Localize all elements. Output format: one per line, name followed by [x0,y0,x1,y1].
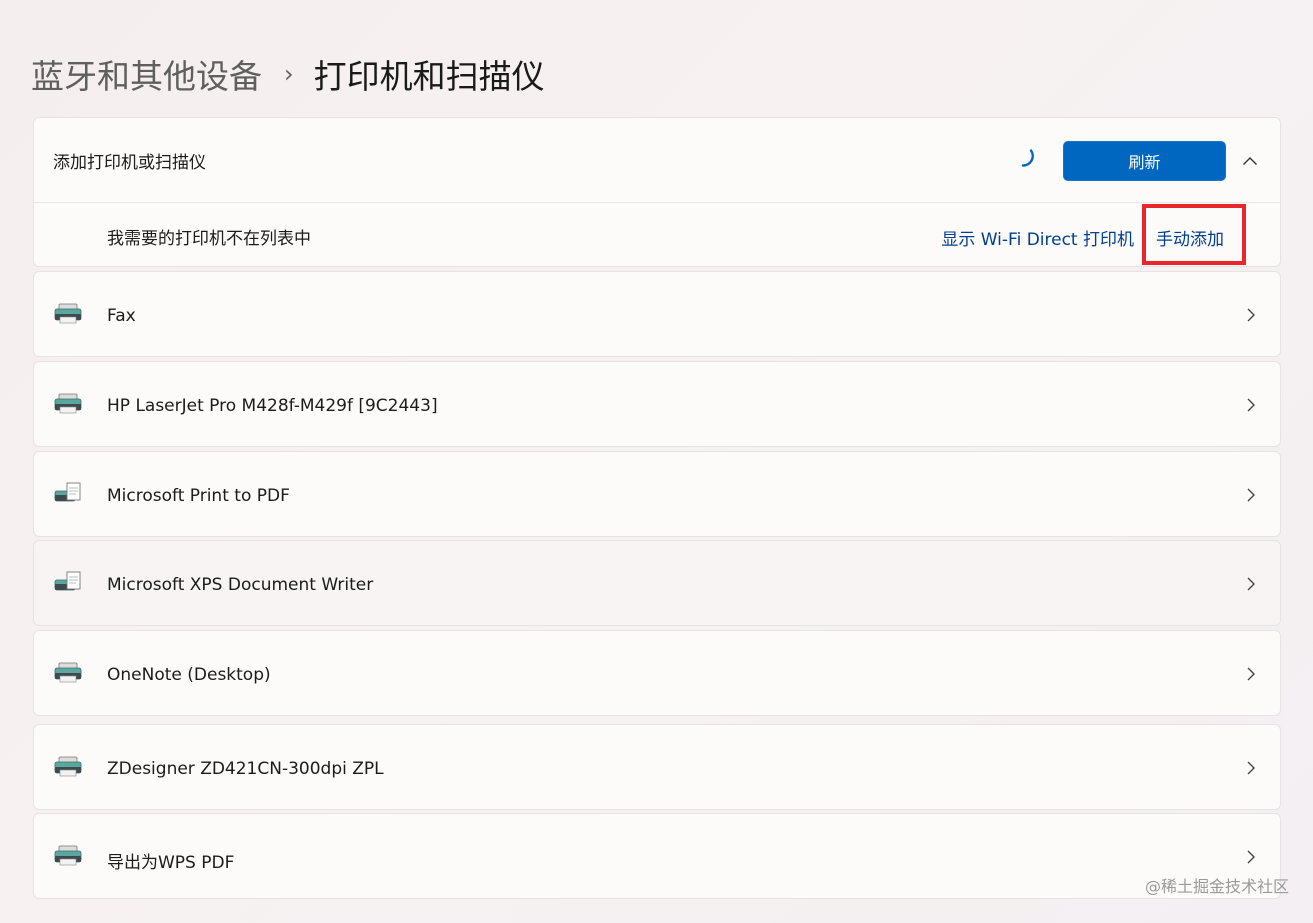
printer-icon [54,756,82,777]
collapse-button[interactable] [1234,145,1266,177]
printer-row[interactable]: Fax [33,271,1281,357]
printer-label: 导出为WPS PDF [107,853,235,873]
printer-icon [54,845,82,866]
printer-label: Fax [107,306,136,326]
printer-label: ZDesigner ZD421CN-300dpi ZPL [107,759,384,779]
breadcrumb: 蓝牙和其他设备 › 打印机和扫描仪 [31,50,545,98]
add-printer-header[interactable]: 添加打印机或扫描仪 刷新 [34,118,1280,203]
printer-row[interactable]: 导出为WPS PDF [33,813,1281,899]
chevron-right-icon [1247,850,1255,864]
printer-icon [54,393,82,414]
not-listed-text: 我需要的打印机不在列表中 [107,229,311,249]
add-printer-panel: 添加打印机或扫描仪 刷新 我需要的打印机不在列表中 显示 Wi-Fi Direc… [33,117,1281,267]
chevron-right-icon [1247,667,1255,681]
page-title: 打印机和扫描仪 [313,57,545,96]
printer-icon [54,303,82,324]
chevron-right-icon [1247,488,1255,502]
printer-row[interactable]: HP LaserJet Pro M428f-M429f [9C2443] [33,361,1281,447]
printer-row[interactable]: OneNote (Desktop) [33,630,1281,716]
printer-label: Microsoft Print to PDF [107,486,290,506]
printer-document-icon [54,571,81,591]
refresh-button[interactable]: 刷新 [1063,141,1226,181]
printer-row[interactable]: Microsoft XPS Document Writer [33,540,1281,626]
chevron-right-icon [1247,761,1255,775]
printer-row[interactable]: ZDesigner ZD421CN-300dpi ZPL [33,724,1281,810]
highlight-annotation [1142,204,1246,265]
printer-document-icon [54,482,81,502]
chevron-right-icon [1247,308,1255,322]
printer-label: HP LaserJet Pro M428f-M429f [9C2443] [107,396,438,416]
breadcrumb-separator: › [284,60,294,88]
watermark: @稀土掘金技术社区 [1144,877,1289,896]
printer-row[interactable]: Microsoft Print to PDF [33,451,1281,537]
chevron-up-icon [1243,157,1257,165]
add-printer-title: 添加打印机或扫描仪 [53,153,206,173]
chevron-right-icon [1247,577,1255,591]
wifi-direct-link[interactable]: 显示 Wi-Fi Direct 打印机 [941,225,1134,250]
loading-spinner-icon [1021,149,1034,167]
chevron-right-icon [1247,398,1255,412]
printer-icon [54,662,82,683]
breadcrumb-parent[interactable]: 蓝牙和其他设备 [31,50,262,98]
printer-label: OneNote (Desktop) [107,665,271,685]
not-listed-row: 我需要的打印机不在列表中 显示 Wi-Fi Direct 打印机 手动添加 [34,203,1280,267]
printer-label: Microsoft XPS Document Writer [107,575,374,595]
